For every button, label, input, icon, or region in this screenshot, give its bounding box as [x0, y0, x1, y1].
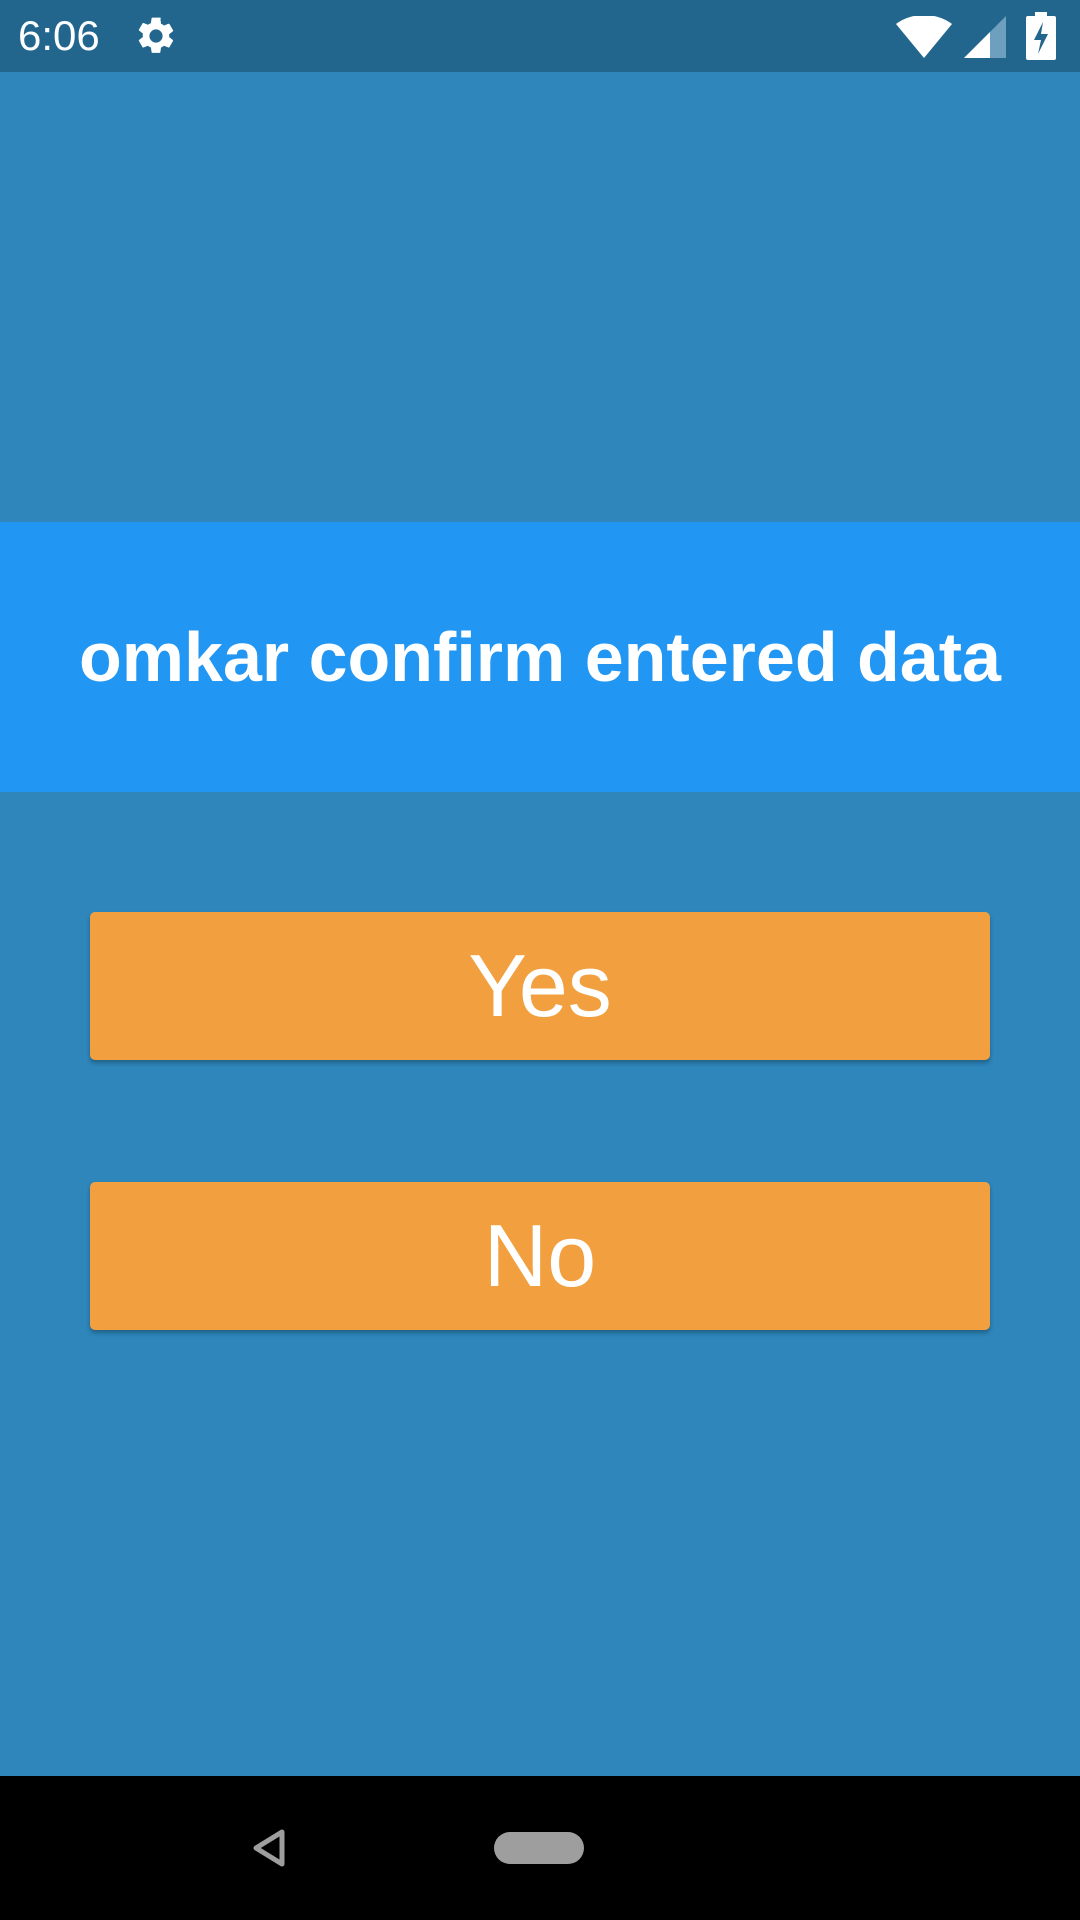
no-button-label: No — [483, 1206, 597, 1305]
navigation-bar — [0, 1776, 1080, 1920]
page-title: omkar confirm entered data — [79, 618, 1001, 696]
title-banner: omkar confirm entered data — [0, 522, 1080, 792]
battery-charging-icon — [1026, 12, 1056, 60]
gear-icon — [138, 17, 174, 53]
yes-button-label: Yes — [468, 936, 612, 1035]
signal-icon — [964, 16, 1006, 58]
status-bar: 6:06 — [0, 0, 1080, 72]
confirm-screen: omkar confirm entered data Yes No — [0, 72, 1080, 1776]
wifi-icon — [896, 16, 952, 58]
yes-button[interactable]: Yes — [90, 912, 990, 1060]
no-button[interactable]: No — [90, 1182, 990, 1330]
home-pill-icon[interactable] — [494, 1832, 584, 1864]
back-icon[interactable] — [248, 1826, 292, 1870]
status-time: 6:06 — [18, 12, 100, 59]
